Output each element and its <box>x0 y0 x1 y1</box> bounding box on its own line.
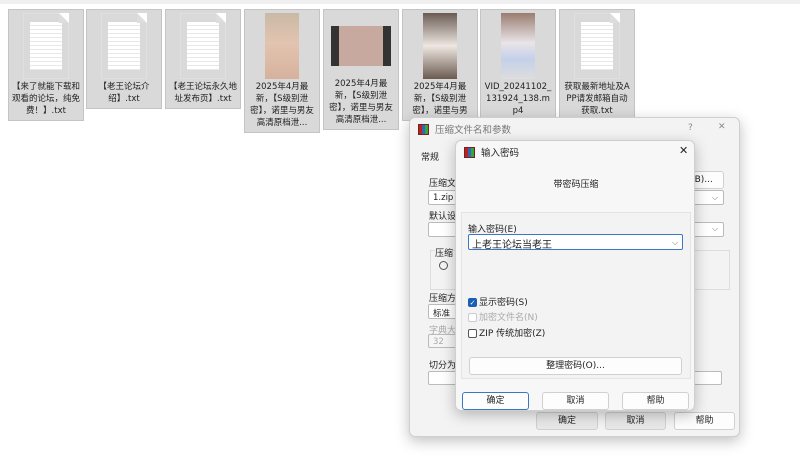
file-name: 2025年4月最新，【S级别泄密】，诺里与男友高清原档泄... <box>250 82 314 128</box>
file-item[interactable]: 2025年4月最新，【S级别泄密】，诺里与男友高清原档泄... <box>244 9 320 133</box>
password-dialog: 输入密码 ✕ 带密码压缩 输入密码(E) 上老王论坛当老王 ⌵ ✓ 显示密码(S)… <box>455 140 695 411</box>
file-name: 2025年4月最新，【S级别泄密】，诺里与男友高清原档泄... <box>329 79 393 125</box>
archive-name-value: 1.zip <box>433 193 454 203</box>
organize-passwords-button[interactable]: 整理密码(O)... <box>469 357 682 375</box>
tab-general[interactable]: 常规 <box>421 150 439 163</box>
checkmark-icon: ✓ <box>468 298 477 307</box>
text-file-icon <box>23 13 69 79</box>
help-icon[interactable]: ? <box>688 123 693 133</box>
dialog-title: 输入密码 <box>481 148 520 159</box>
file-item[interactable]: 2025年4月最新，【S级别泄密】，诺里与男友高清原档泄... <box>323 9 399 130</box>
dialog-title: 压缩文件名和参数 <box>435 125 512 136</box>
video-thumbnail <box>265 13 299 79</box>
ok-button[interactable]: 确定 <box>462 392 529 410</box>
file-item[interactable]: VID_20241102_131924_138.mp4 <box>480 9 556 121</box>
help-button[interactable]: 帮助 <box>622 392 689 410</box>
encrypt-names-label: 加密文件名(N) <box>479 313 538 323</box>
show-password-label: 显示密码(S) <box>479 298 528 308</box>
file-item[interactable]: 【来了就能下载和观看的论坛，纯免费！】.txt <box>8 9 84 121</box>
chevron-down-icon[interactable]: ⌵ <box>672 238 678 248</box>
file-name: 2025年4月最新，【S级别泄密】，诺里与男 <box>412 82 468 116</box>
file-name: 【老王论坛永久地址发布页】.txt <box>169 82 238 104</box>
file-item[interactable]: 2025年4月最新，【S级别泄密】，诺里与男 <box>402 9 478 121</box>
file-item[interactable]: 【老王论坛介绍】.txt <box>86 9 162 109</box>
method-label: 压缩方 <box>429 294 457 304</box>
winrar-icon <box>464 146 475 158</box>
explorer-top-bar <box>0 0 800 4</box>
close-icon[interactable]: ✕ <box>679 144 688 157</box>
format-group-label: 压缩 <box>435 246 454 259</box>
ok-button[interactable]: 确定 <box>536 412 598 430</box>
winrar-icon <box>418 123 429 135</box>
file-item[interactable]: 获取最新地址及APP请发邮箱自动获取.txt <box>559 9 635 121</box>
encrypt-names-checkbox: 加密文件名(N) <box>468 310 538 323</box>
file-name: 获取最新地址及APP请发邮箱自动获取.txt <box>564 82 630 116</box>
format-radio[interactable] <box>439 261 448 270</box>
video-thumbnail <box>423 13 457 79</box>
text-file-icon <box>574 13 620 79</box>
file-name: 【来了就能下载和观看的论坛，纯免费！】.txt <box>12 82 81 116</box>
password-input[interactable]: 上老王论坛当老王 <box>468 234 683 251</box>
close-icon[interactable]: ✕ <box>718 122 726 132</box>
password-value: 上老王论坛当老王 <box>472 240 552 251</box>
split-label: 切分为 <box>429 361 457 371</box>
zip-legacy-label: ZIP 传统加密(Z) <box>479 329 546 339</box>
archive-name-label: 压缩文 <box>429 179 457 189</box>
chevron-down-icon[interactable]: ⌵ <box>712 224 718 234</box>
file-name: VID_20241102_131924_138.mp4 <box>484 82 552 116</box>
profile-label: 默认设 <box>429 212 457 222</box>
chevron-down-icon[interactable]: ⌵ <box>712 193 718 203</box>
help-button[interactable]: 帮助 <box>674 412 735 430</box>
file-item[interactable]: 【老王论坛永久地址发布页】.txt <box>165 9 241 109</box>
dialog-heading: 带密码压缩 <box>553 180 599 190</box>
video-thumbnail <box>501 13 535 79</box>
zip-legacy-checkbox[interactable]: ZIP 传统加密(Z) <box>468 326 545 339</box>
show-password-checkbox[interactable]: ✓ 显示密码(S) <box>468 295 528 308</box>
text-file-icon <box>180 13 226 79</box>
cancel-button[interactable]: 取消 <box>605 412 666 430</box>
file-name: 【老王论坛介绍】.txt <box>98 82 150 104</box>
video-thumbnail <box>331 26 391 66</box>
cancel-button[interactable]: 取消 <box>542 392 609 410</box>
text-file-icon <box>101 13 147 79</box>
